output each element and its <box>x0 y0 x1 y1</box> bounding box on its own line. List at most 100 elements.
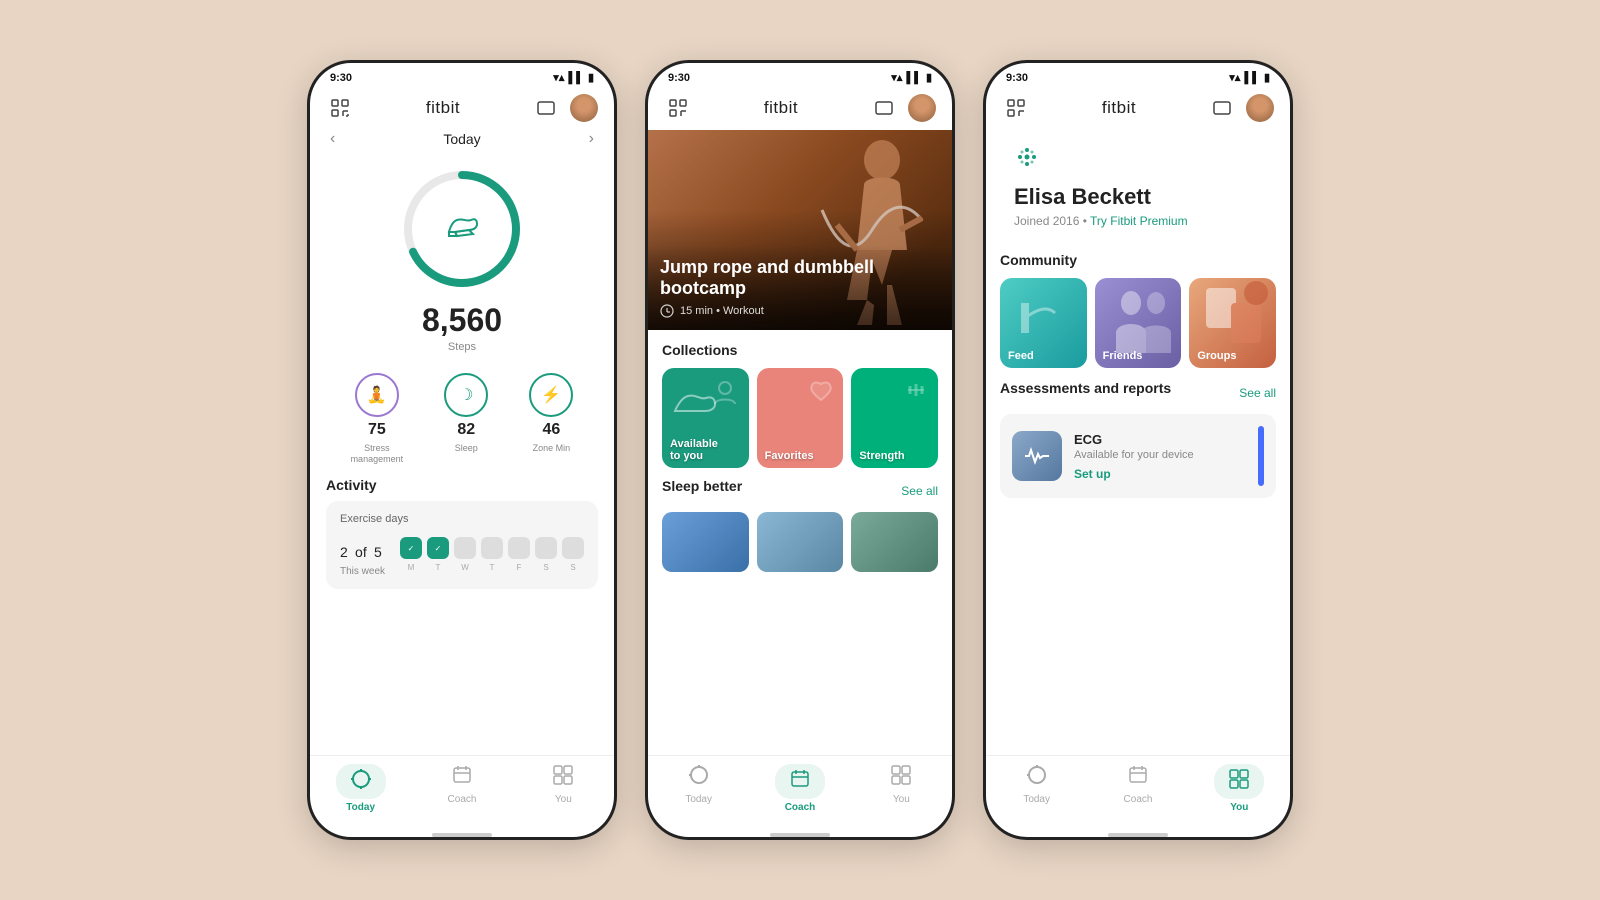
assessments-section: Assessments and reports See all ECG Avai… <box>986 368 1290 498</box>
sleep-value: 82 <box>457 421 475 439</box>
scan-icon-2[interactable] <box>664 94 692 122</box>
sleep-section-header: Sleep better See all <box>662 478 938 504</box>
nav-coach-2[interactable]: Coach <box>749 764 850 813</box>
nav-you-label-2: You <box>893 794 910 805</box>
sleep-card-3[interactable] <box>851 512 938 572</box>
setup-button[interactable]: Set up <box>1074 467 1246 481</box>
community-title: Community <box>1000 252 1276 268</box>
status-time-2: 9:30 <box>668 72 690 84</box>
nav-today-1[interactable]: Today <box>310 764 411 813</box>
profile-name: Elisa Beckett <box>1014 184 1262 210</box>
zone-label: Zone Min <box>533 443 571 454</box>
sleep-card-1[interactable] <box>662 512 749 572</box>
header-icons-1 <box>532 94 598 122</box>
profile-meta: Joined 2016 • Try Fitbit Premium <box>1014 214 1262 228</box>
stress-icon-circle: 🧘 <box>355 373 399 417</box>
today-nav: ‹ Today › <box>310 130 614 156</box>
nav-today-3[interactable]: Today <box>986 764 1087 813</box>
collection-favorites[interactable]: Favorites <box>757 368 844 468</box>
nav-today-label-3: Today <box>1023 794 1050 805</box>
day-dot-sat <box>535 537 557 559</box>
nav-you-3[interactable]: You <box>1189 764 1290 813</box>
community-friends[interactable]: Friends <box>1095 278 1182 368</box>
next-day-arrow[interactable]: › <box>589 130 594 148</box>
steps-label: Steps <box>448 341 476 353</box>
activity-title: Activity <box>326 477 598 493</box>
strength-deco <box>902 376 930 411</box>
day-tracker: ✓ ✓ M T W T F S S <box>400 537 584 572</box>
wifi-icon-3: ▾▴ <box>1229 71 1240 84</box>
avatar-2[interactable] <box>908 94 936 122</box>
premium-link[interactable]: Try Fitbit Premium <box>1090 214 1188 228</box>
avatar-1[interactable] <box>570 94 598 122</box>
home-indicator-1 <box>432 833 492 837</box>
bottom-nav-2: Today Coach <box>648 755 952 827</box>
nav-today-2[interactable]: Today <box>648 764 749 813</box>
community-section: Community Feed Friends <box>986 240 1290 368</box>
nav-coach-bg-2 <box>775 764 825 799</box>
prev-day-arrow[interactable]: ‹ <box>330 130 335 148</box>
metric-zone[interactable]: ⚡ 46 Zone Min <box>529 373 573 465</box>
nav-date-title: Today <box>443 131 480 147</box>
app-logo-2: fitbit <box>764 98 798 118</box>
community-feed[interactable]: Feed <box>1000 278 1087 368</box>
fitbit-plus-icon <box>1014 144 1262 176</box>
header-icons-2 <box>870 94 936 122</box>
day-dot-tue: ✓ <box>427 537 449 559</box>
phone-today: 9:30 ▾▴ ▌▌ ▮ fitbit <box>307 60 617 840</box>
ecg-card[interactable]: ECG Available for your device Set up <box>1000 414 1276 498</box>
favorites-deco <box>807 376 835 411</box>
avatar-3[interactable] <box>1246 94 1274 122</box>
nav-coach-3[interactable]: Coach <box>1087 764 1188 813</box>
status-time-1: 9:30 <box>330 72 352 84</box>
message-icon-3[interactable] <box>1208 94 1236 122</box>
hero-workout-image[interactable]: Jump rope and dumbbell bootcamp 15 min •… <box>648 130 952 330</box>
coach-nav-icon-1 <box>451 764 473 791</box>
stress-icon: 🧘 <box>367 385 387 405</box>
sleep-icon-circle: ☽ <box>444 373 488 417</box>
home-indicator-2 <box>770 833 830 837</box>
nav-today-label-1: Today <box>346 802 375 813</box>
assessments-title: Assessments and reports <box>1000 380 1171 396</box>
signal-icon-3: ▌▌ <box>1244 72 1260 84</box>
day-labels: M T W T F S S <box>400 563 584 572</box>
collection-available[interactable]: Availableto you <box>662 368 749 468</box>
nav-you-1[interactable]: You <box>513 764 614 813</box>
message-icon-2[interactable] <box>870 94 898 122</box>
scan-icon-3[interactable] <box>1002 94 1030 122</box>
status-bar-3: 9:30 ▾▴ ▌▌ ▮ <box>986 63 1290 88</box>
stress-value: 75 <box>368 421 386 439</box>
profile-card: Elisa Beckett Joined 2016 • Try Fitbit P… <box>1000 130 1276 240</box>
ecg-info: ECG Available for your device Set up <box>1074 432 1246 481</box>
steps-ring <box>397 164 527 294</box>
sleep-title: Sleep better <box>662 478 742 494</box>
scan-icon[interactable] <box>326 94 354 122</box>
exercise-card-title: Exercise days <box>340 513 584 525</box>
hero-workout-title: Jump rope and dumbbell bootcamp <box>660 257 940 300</box>
hero-meta: 15 min • Workout <box>660 304 940 318</box>
collection-strength[interactable]: Strength <box>851 368 938 468</box>
ecg-accent-bar <box>1258 426 1264 486</box>
collections-title: Collections <box>662 342 938 358</box>
metric-sleep[interactable]: ☽ 82 Sleep <box>444 373 488 465</box>
nav-you-label-3: You <box>1230 802 1248 813</box>
day-dots: ✓ ✓ <box>400 537 584 559</box>
collection-strength-label: Strength <box>851 444 912 468</box>
message-icon-1[interactable] <box>532 94 560 122</box>
nav-today-bg <box>336 764 386 799</box>
bottom-nav-1: Today Coach You <box>310 755 614 827</box>
assessments-see-all[interactable]: See all <box>1239 386 1276 400</box>
sleep-card-2[interactable] <box>757 512 844 572</box>
exercise-card[interactable]: Exercise days 2 of 5 This week ✓ ✓ <box>326 501 598 589</box>
nav-you-2[interactable]: You <box>851 764 952 813</box>
nav-coach-1[interactable]: Coach <box>411 764 512 813</box>
community-groups[interactable]: Groups <box>1189 278 1276 368</box>
home-indicator-3 <box>1108 833 1168 837</box>
app-header-2: fitbit <box>648 88 952 130</box>
sleep-see-all[interactable]: See all <box>901 484 938 498</box>
steps-count: 8,560 <box>422 302 502 339</box>
nav-coach-label-1: Coach <box>448 794 477 805</box>
app-header-3: fitbit <box>986 88 1290 130</box>
metric-stress[interactable]: 🧘 75 Stressmanagement <box>351 373 404 465</box>
bottom-nav-3: Today Coach <box>986 755 1290 827</box>
